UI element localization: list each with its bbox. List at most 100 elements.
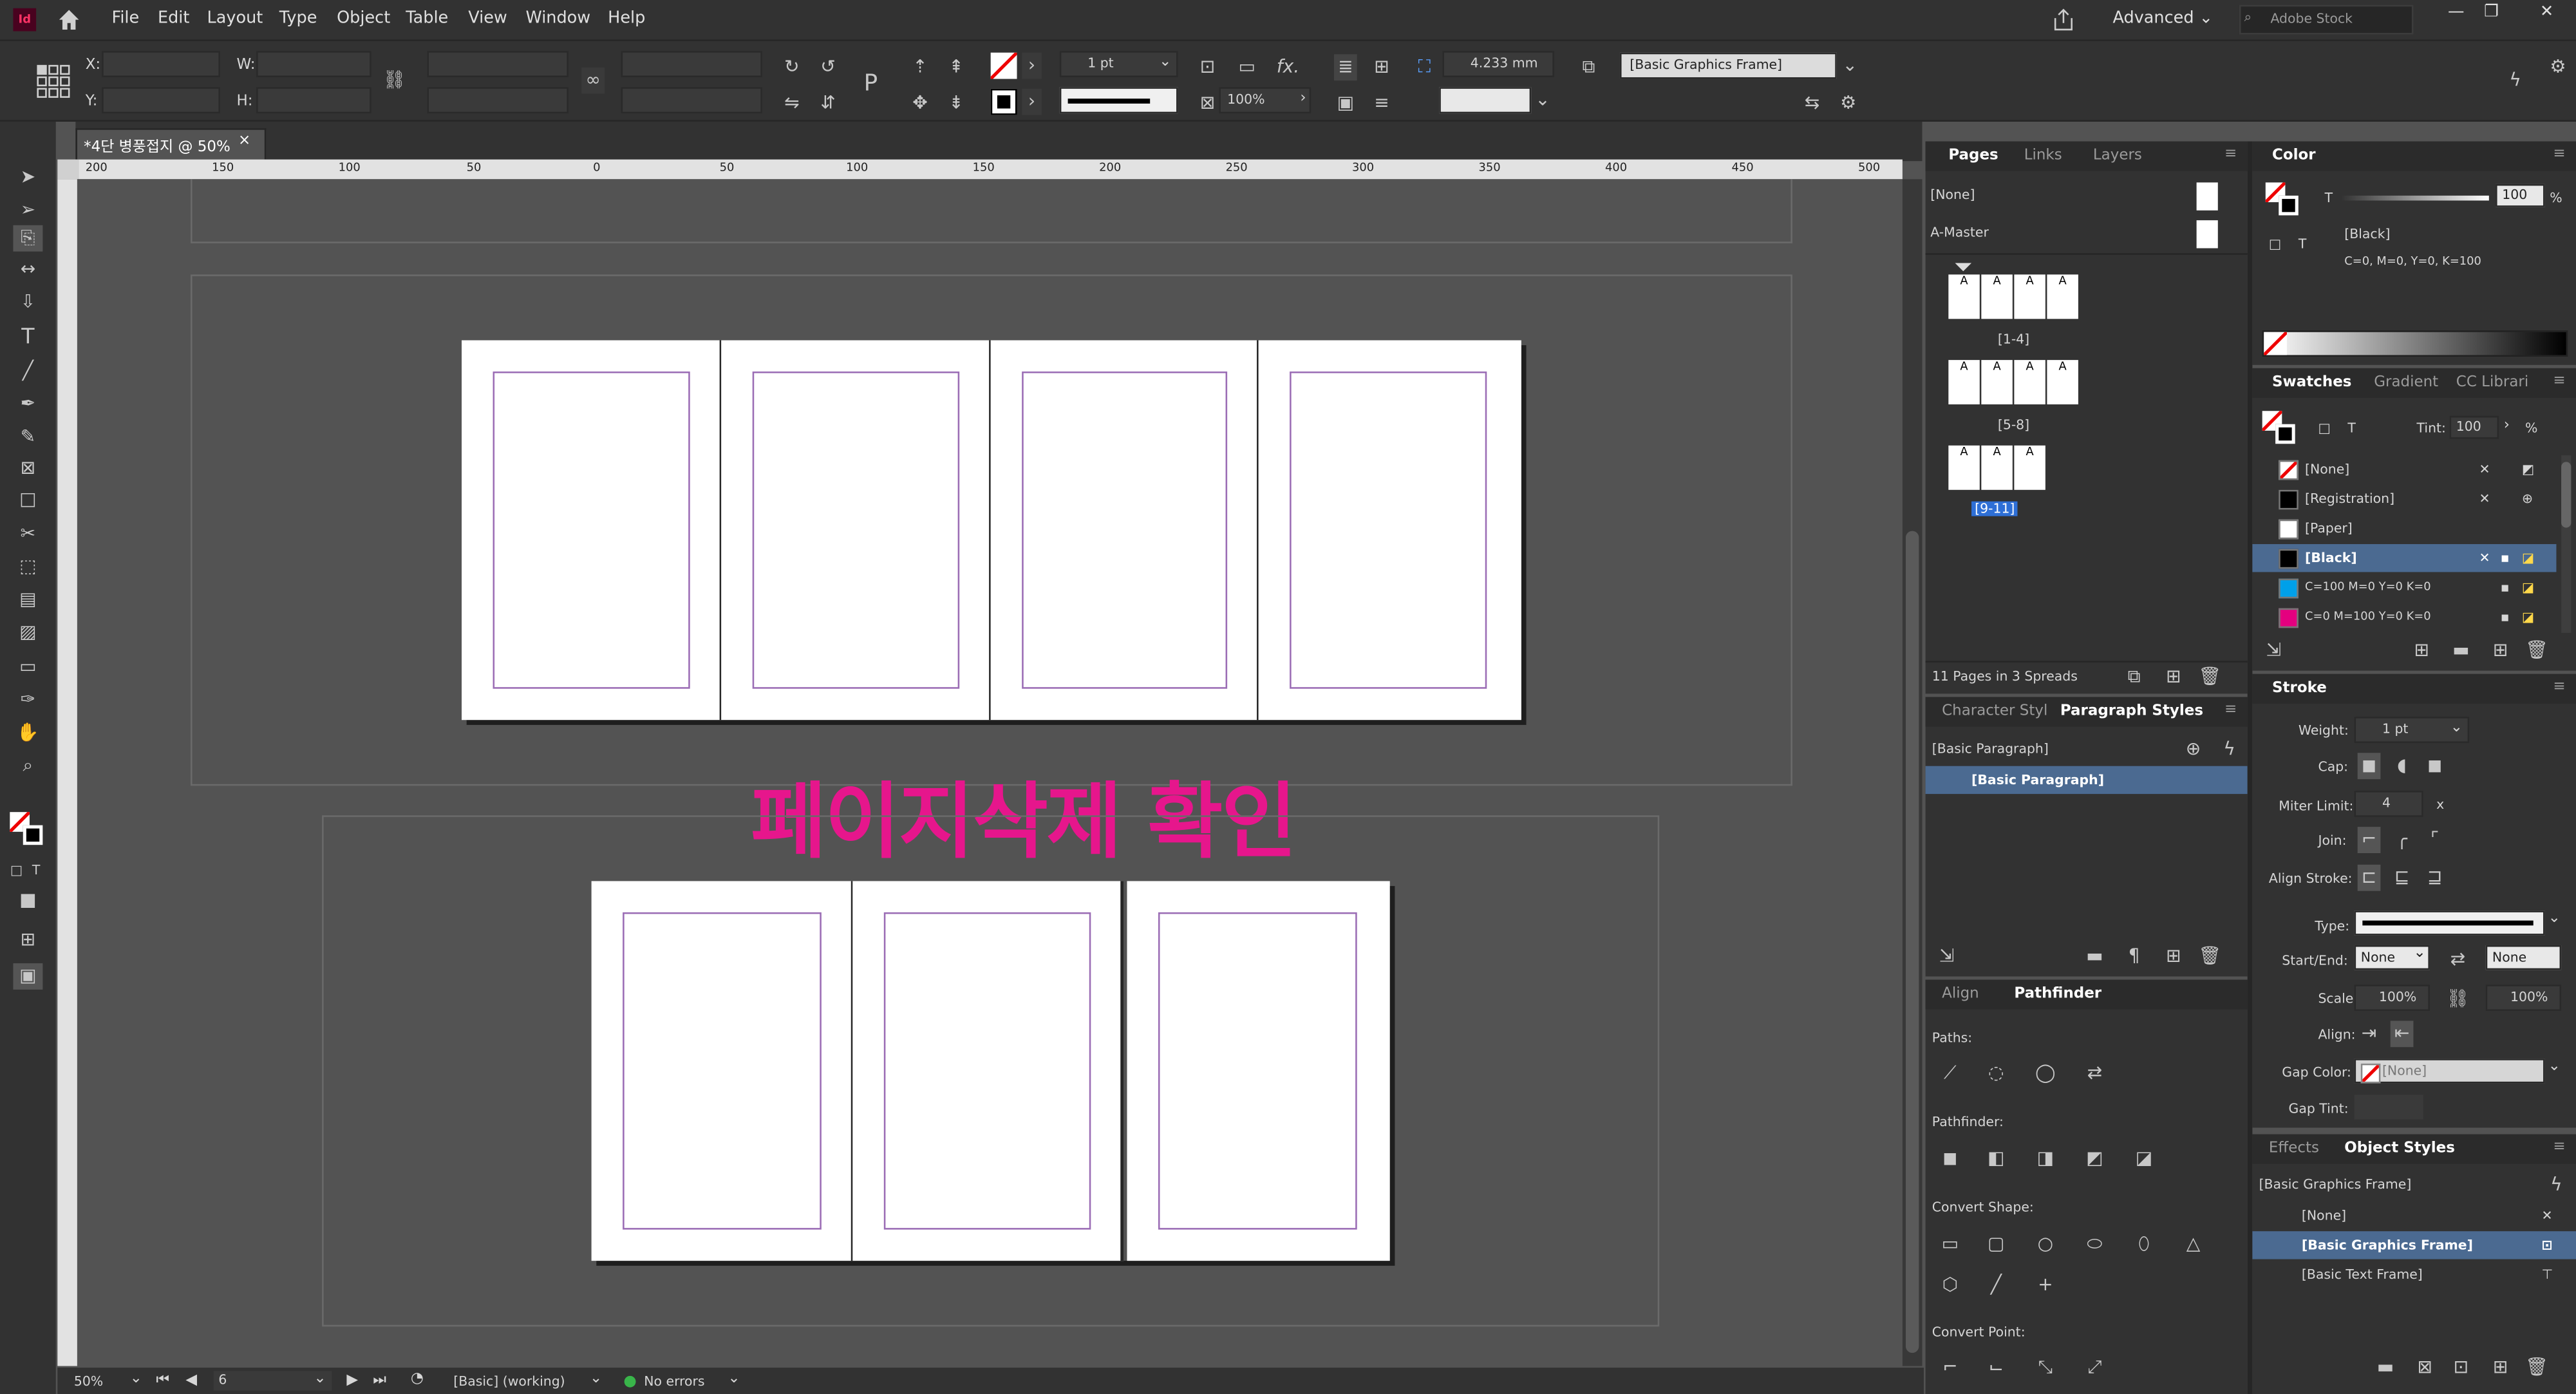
delete-page-icon[interactable]: 🗑 (2198, 664, 2221, 690)
first-page-icon[interactable]: ⏮ (156, 1373, 169, 1389)
page[interactable] (1258, 340, 1521, 721)
fill-swatch[interactable] (990, 52, 1017, 79)
selection-tool-icon[interactable]: ➤ (13, 164, 42, 191)
link-scale-icon[interactable]: ⛓ (2446, 986, 2470, 1013)
new-swatch-icon[interactable]: ⊞ (2489, 638, 2512, 664)
tab-layers[interactable]: Layers (2093, 148, 2142, 165)
select-next-icon[interactable]: ⇟ (943, 90, 970, 117)
align-center-icon[interactable]: ⊞ (1370, 54, 1393, 80)
page[interactable] (1127, 881, 1390, 1261)
page-thumbnail[interactable]: A (2047, 274, 2078, 319)
swatches-scrollbar[interactable] (2561, 455, 2571, 633)
add-shape-icon[interactable]: ◼ (1939, 1145, 1962, 1172)
tint-slider[interactable] (2341, 195, 2489, 201)
gradient-tool-icon[interactable]: ▤ (13, 587, 42, 613)
show-swatch-kinds-icon[interactable]: ⊞ (2410, 638, 2433, 664)
chevron-down-icon[interactable]: ⌄ (2413, 945, 2425, 962)
color-ramp[interactable] (2262, 330, 2568, 357)
wrap-icon[interactable]: ▣ (1334, 90, 1357, 117)
page-thumbnail[interactable]: A (1948, 274, 1980, 319)
bevel-rectangle-icon[interactable]: ○ (2034, 1231, 2057, 1257)
align-left-icon[interactable]: ≣ (1333, 54, 1357, 81)
fill-stroke-proxy[interactable] (2265, 182, 2302, 218)
rectangle-frame-tool-icon[interactable]: ⊠ (13, 455, 42, 482)
link-scale-icon[interactable]: ∞ (581, 67, 605, 94)
intersect-shape-icon[interactable]: ◨ (2034, 1145, 2057, 1172)
formatting-container-icon[interactable]: □ (6, 858, 26, 885)
fit-frame-icon[interactable]: ▭ (1236, 54, 1259, 80)
scale-start-field[interactable]: 100% (2354, 984, 2430, 1012)
menu-view[interactable]: View (468, 10, 507, 28)
swap-ends-icon[interactable]: ⇄ (2446, 947, 2469, 974)
tab-paragraph-styles[interactable]: Paragraph Styles (2060, 704, 2203, 721)
opacity-field[interactable]: 100% › (1219, 87, 1312, 114)
extend-arrow-icon[interactable]: ⇥ (2358, 1021, 2381, 1047)
opacity-icon[interactable]: ⊠ (1196, 90, 1219, 117)
end-select[interactable]: None (2485, 945, 2562, 970)
miter-join-icon[interactable]: ⌐ (2357, 827, 2381, 854)
flip-vertical-icon[interactable]: ⇵ (815, 90, 841, 117)
page-size-icon[interactable]: ⧉ (2123, 664, 2146, 690)
symmetric-point-icon[interactable]: ⤢ (2083, 1355, 2107, 1381)
flip-horizontal-icon[interactable]: ⇋ (779, 90, 805, 117)
chevron-right-icon[interactable]: › (2504, 417, 2510, 434)
new-group-icon[interactable]: ▬ (2083, 943, 2107, 970)
tab-cc-libraries[interactable]: CC Librari (2456, 375, 2528, 391)
page[interactable] (721, 340, 991, 721)
page[interactable] (462, 340, 722, 721)
round-join-icon[interactable]: ╭ (2391, 827, 2414, 853)
direct-selection-tool-icon[interactable]: ➢ (13, 197, 42, 223)
swatch-item[interactable]: [Paper] (2252, 514, 2556, 542)
paragraph-style-item[interactable]: [Basic Paragraph] (1925, 766, 2248, 795)
panel-menu-icon[interactable]: ≡ (2224, 702, 2237, 719)
formatting-container-icon[interactable]: □ (2269, 237, 2281, 252)
rectangle-shape-icon[interactable]: ▭ (1939, 1231, 1962, 1257)
lightning-icon[interactable]: ϟ (2545, 1172, 2568, 1198)
spread[interactable] (591, 881, 1390, 1261)
butt-cap-icon[interactable]: ◼ (2357, 753, 2381, 780)
spread-thumbnail[interactable]: A A A (1948, 445, 2050, 491)
page-thumbnail[interactable]: A (2014, 360, 2045, 405)
triangle-shape-icon[interactable]: △ (2182, 1231, 2205, 1257)
page-thumbnail[interactable]: A (2047, 360, 2078, 405)
subtract-shape-icon[interactable]: ◧ (1984, 1145, 2007, 1172)
new-style-icon[interactable]: ⊕ (2182, 737, 2205, 763)
rotate-ccw-icon[interactable]: ↺ (815, 54, 841, 80)
fill-dropdown-icon[interactable]: › (1022, 52, 1042, 79)
last-page-icon[interactable]: ⏭ (373, 1373, 386, 1389)
tint-field[interactable]: 100 (2496, 184, 2545, 207)
new-page-icon[interactable]: ⊞ (2162, 664, 2185, 690)
pen-tool-icon[interactable]: ✒ (13, 391, 42, 418)
clear-overrides-icon[interactable]: ⊠ (2413, 1355, 2436, 1381)
new-style-icon[interactable]: ⊞ (2162, 943, 2185, 970)
polygon-shape-icon[interactable]: ⬡ (1939, 1272, 1962, 1299)
smooth-point-icon[interactable]: ⤡ (2034, 1355, 2057, 1381)
clear-overrides-icon[interactable]: ¶ (2123, 943, 2146, 970)
lightning-icon[interactable]: ϟ (2218, 737, 2241, 763)
auto-fit-icon[interactable]: ⛶ (1413, 54, 1436, 80)
object-style-item[interactable]: [None] ✕ (2252, 1201, 2576, 1229)
formatting-text-icon[interactable]: T (2299, 237, 2306, 252)
close-window-button[interactable]: ✕ (2540, 3, 2553, 21)
menu-layout[interactable]: Layout (207, 10, 263, 28)
panel-menu-icon[interactable]: ≡ (2553, 679, 2565, 695)
page-thumbnail[interactable]: A (1981, 445, 2013, 490)
h-field[interactable] (256, 87, 371, 114)
prev-page-icon[interactable]: ◀ (185, 1373, 197, 1389)
menu-object[interactable]: Object (337, 10, 390, 28)
zoom-tool-icon[interactable]: ⌕ (13, 753, 42, 779)
page[interactable] (990, 340, 1259, 721)
round-cap-icon[interactable]: ◖ (2391, 753, 2414, 779)
wrap2-icon[interactable]: ≡ (1370, 90, 1393, 117)
page-tool-icon[interactable]: ⎘ (13, 225, 43, 252)
eyedropper-tool-icon[interactable]: ✑ (13, 687, 42, 713)
select-container-icon[interactable]: ⇡ (907, 54, 934, 80)
stroke-weight-field[interactable]: 1 pt ⌄ (1059, 51, 1178, 77)
lightning-icon[interactable]: ϟ (2504, 68, 2527, 94)
w-field[interactable] (256, 51, 371, 77)
object-style-icon[interactable]: ⧉ (1577, 54, 1601, 80)
join-path-icon[interactable]: ⟋ (1939, 1060, 1962, 1087)
zoom-level[interactable]: 50% (74, 1374, 103, 1389)
swatch-item[interactable]: [Black] ✕ ▪ ◪ (2252, 544, 2557, 572)
rectangle-tool-icon[interactable]: □ (13, 487, 42, 513)
